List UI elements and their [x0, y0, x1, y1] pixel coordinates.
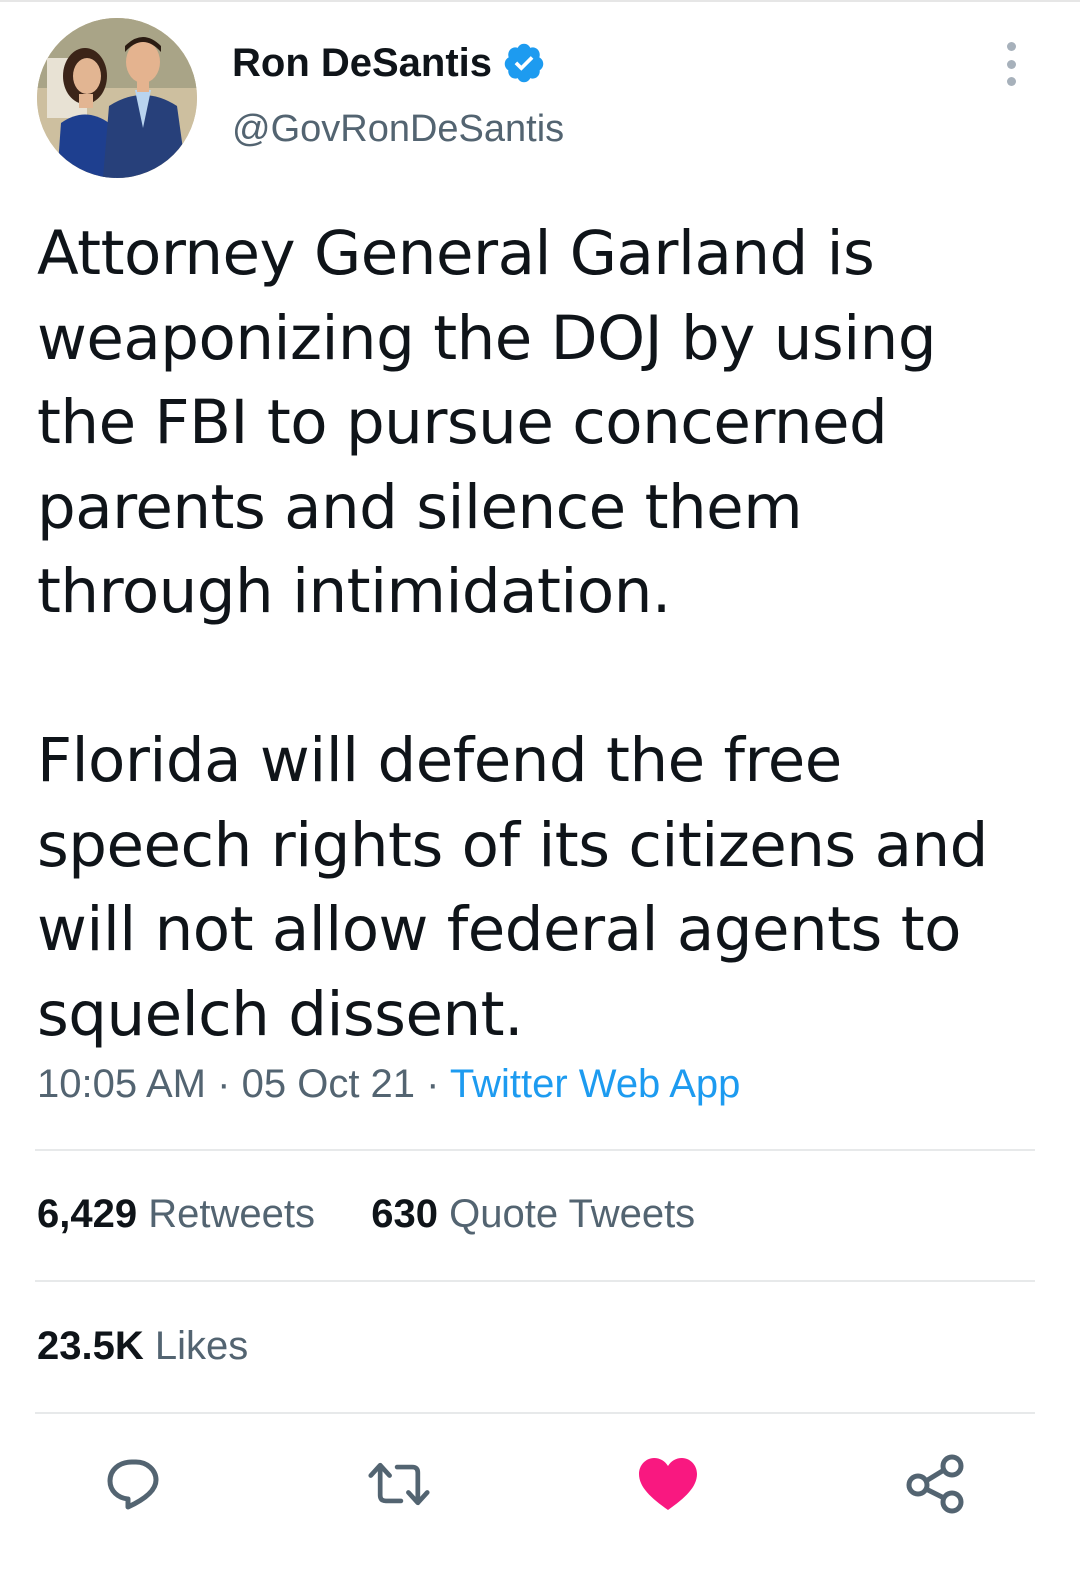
meta-separator: · — [217, 1062, 231, 1106]
author-handle[interactable]: @GovRonDeSantis — [232, 108, 564, 151]
tweet-text: Attorney General Garland is weaponizing … — [37, 218, 988, 1050]
quote-tweets-label: Quote Tweets — [449, 1192, 696, 1236]
retweet-icon — [368, 1462, 430, 1506]
heart-icon — [639, 1458, 697, 1510]
retweet-button[interactable] — [367, 1452, 431, 1516]
likes-count: 23.5K — [37, 1324, 144, 1368]
quote-tweets-count: 630 — [371, 1192, 438, 1236]
likes-stat[interactable]: 23.5K Likes — [37, 1324, 248, 1369]
engagement-stats-row: 6,429 Retweets 630 Quote Tweets — [37, 1192, 695, 1237]
avatar-image — [37, 18, 197, 178]
like-button[interactable] — [636, 1452, 700, 1516]
likes-label: Likes — [154, 1324, 249, 1368]
more-dot — [1006, 59, 1016, 69]
more-dot — [1006, 42, 1016, 51]
reply-icon — [107, 1459, 159, 1510]
retweets-label: Retweets — [148, 1192, 315, 1236]
divider — [35, 1412, 1035, 1414]
tweet-time[interactable]: 10:05 AM — [37, 1062, 206, 1106]
reply-button[interactable] — [102, 1452, 166, 1516]
tweet-source-link[interactable]: Twitter Web App — [450, 1062, 741, 1106]
author-name-row[interactable]: Ron DeSantis — [232, 38, 546, 88]
divider — [35, 1280, 1035, 1282]
divider — [35, 1149, 1035, 1151]
tweet-date[interactable]: 05 Oct 21 — [242, 1062, 415, 1106]
top-border — [0, 0, 1080, 2]
more-dot — [1006, 77, 1016, 86]
avatar[interactable] — [37, 18, 197, 178]
meta-separator: · — [426, 1062, 440, 1106]
retweets-stat[interactable]: 6,429 Retweets — [37, 1192, 315, 1236]
quote-tweets-stat[interactable]: 630 Quote Tweets — [371, 1192, 695, 1236]
more-options-icon[interactable] — [996, 42, 1026, 86]
retweets-count: 6,429 — [37, 1192, 138, 1236]
bottom-spacer — [0, 1575, 1080, 1583]
share-icon — [906, 1454, 964, 1514]
verified-badge-icon — [502, 41, 546, 85]
tweet-meta: 10:05 AM · 05 Oct 21 · Twitter Web App — [37, 1062, 740, 1107]
display-name[interactable]: Ron DeSantis — [232, 41, 492, 86]
share-button[interactable] — [904, 1452, 968, 1516]
